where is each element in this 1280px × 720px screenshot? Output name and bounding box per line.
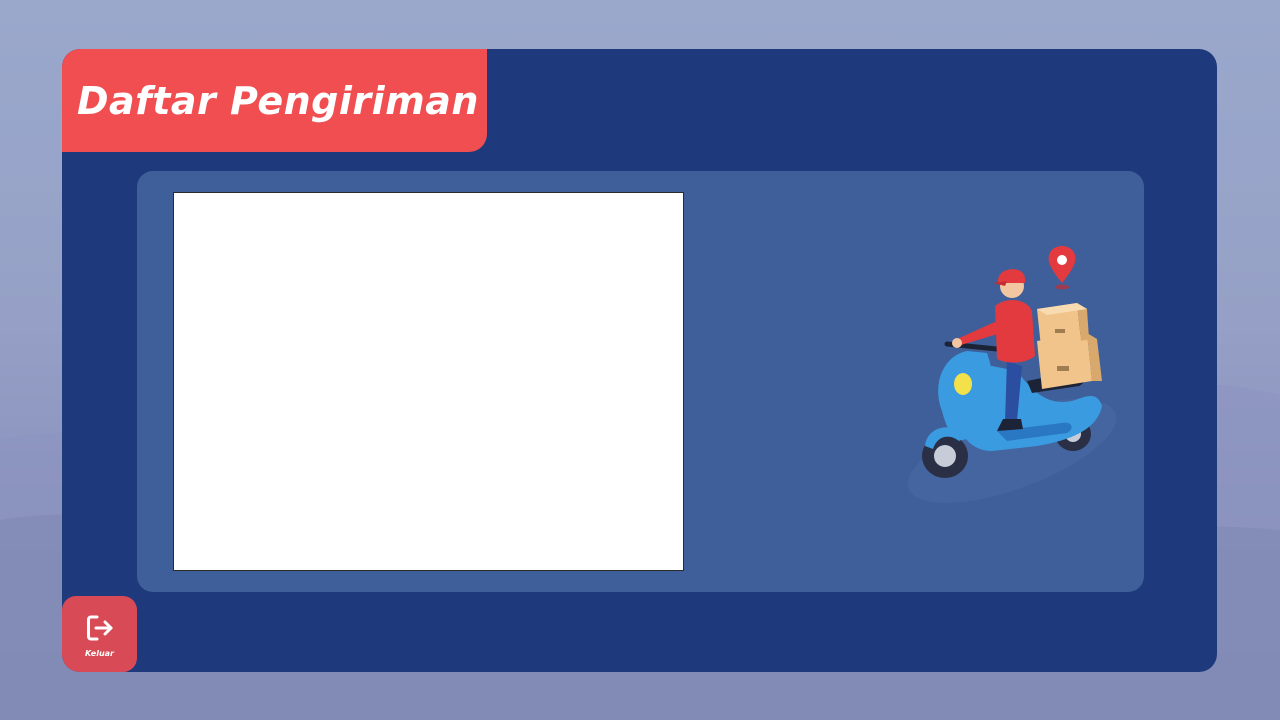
content-panel [137, 171, 1144, 592]
logout-button[interactable]: Keluar [62, 596, 137, 672]
logout-icon [86, 615, 112, 640]
logout-label: Keluar [85, 648, 114, 658]
delivery-list-area[interactable] [173, 192, 684, 571]
title-tab: Daftar Pengiriman [62, 49, 487, 152]
delivery-scooter-icon [907, 246, 1117, 503]
main-panel: Daftar Pengiriman Keluar [62, 49, 1217, 672]
page-title: Daftar Pengiriman [77, 78, 479, 123]
